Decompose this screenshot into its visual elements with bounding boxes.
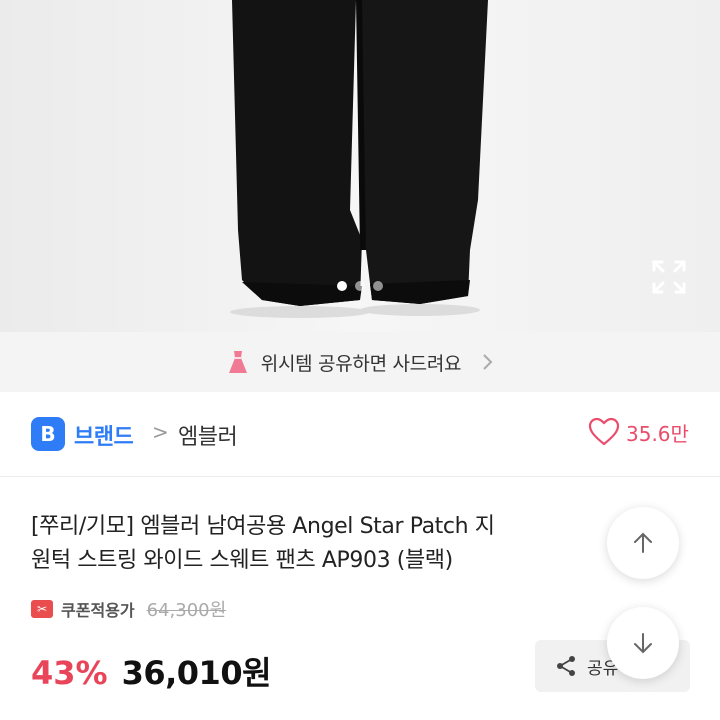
- carousel-dot: [373, 281, 383, 291]
- wishlist-share-banner[interactable]: 위시템 공유하면 사드려요: [0, 332, 720, 392]
- scroll-top-button[interactable]: [607, 507, 679, 579]
- share-icon: [557, 656, 575, 676]
- carousel-dot-active: [337, 281, 347, 291]
- product-title-line: [쭈리/기모] 엠블러 남여공용 Angel Star Patch 지: [31, 514, 495, 539]
- like-button[interactable]: 35.6만: [588, 417, 689, 447]
- banner-text: 위시템 공유하면 사드려요: [260, 352, 462, 375]
- coupon-icon: ✂: [31, 600, 53, 618]
- product-title: [쭈리/기모] 엠블러 남여공용 Angel Star Patch 지 원턱 스…: [31, 510, 591, 578]
- expand-icon[interactable]: [650, 258, 688, 296]
- coupon-label: 쿠폰적용가: [61, 601, 135, 620]
- price-row: 43% 36,010원: [31, 648, 272, 694]
- arrow-down-icon: [634, 633, 652, 654]
- carousel-pagination: [337, 281, 383, 291]
- heart-icon: [588, 417, 620, 446]
- coupon-price-row: ✂ 쿠폰적용가 64,300원: [31, 596, 226, 622]
- product-image-carousel[interactable]: [0, 0, 720, 332]
- original-price: 64,300원: [146, 600, 227, 621]
- breadcrumb-separator: >: [152, 420, 169, 444]
- brand-name-link[interactable]: 엠블러: [178, 419, 238, 451]
- arrow-up-icon: [634, 532, 652, 553]
- brand-badge-icon: B: [31, 417, 65, 451]
- brand-row: B 브랜드 > 엠블러 35.6만: [0, 393, 720, 477]
- product-info: [쭈리/기모] 엠블러 남여공용 Angel Star Patch 지 원턱 스…: [0, 478, 720, 720]
- product-title-line: 원턱 스트링 와이드 스웨트 팬츠 AP903 (블랙): [31, 548, 453, 573]
- like-count: 35.6만: [626, 421, 689, 446]
- dress-icon: [228, 351, 247, 373]
- scroll-bottom-button[interactable]: [607, 607, 679, 679]
- carousel-dot: [355, 281, 365, 291]
- discount-rate: 43%: [31, 654, 108, 692]
- chevron-right-icon: [483, 354, 493, 370]
- sale-price: 36,010원: [121, 654, 272, 692]
- brand-label[interactable]: 브랜드: [74, 419, 134, 451]
